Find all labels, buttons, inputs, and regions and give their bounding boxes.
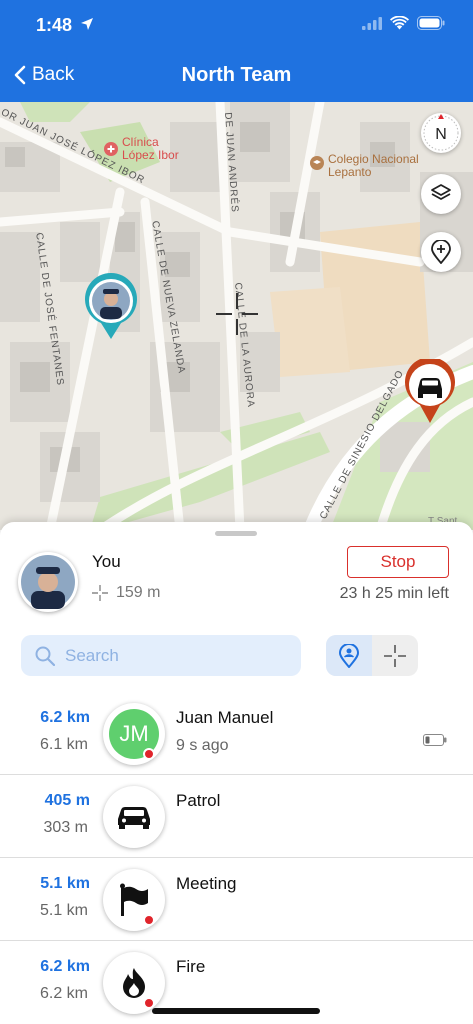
bottom-sheet: You 159 m Stop 23 h 25 min left 6.2 km 6… xyxy=(0,522,473,1024)
battery-icon xyxy=(417,16,445,30)
my-distance: 159 m xyxy=(92,584,160,602)
poi-label-clinic: Clínica López Ibor xyxy=(122,135,179,162)
status-bar: 1:48 xyxy=(0,0,473,50)
status-time: 1:48 xyxy=(36,15,73,35)
alert-dot xyxy=(143,914,155,926)
battery-low-icon xyxy=(423,734,447,746)
hospital-icon xyxy=(104,142,118,156)
member-list: 6.2 km 6.1 km JM Juan Manuel 9 s ago 405… xyxy=(0,692,473,1024)
user-photo xyxy=(21,555,75,609)
crosshair-icon xyxy=(92,585,108,601)
add-place-button[interactable] xyxy=(421,232,461,272)
user-marker[interactable] xyxy=(83,273,139,344)
my-distance-value: 159 m xyxy=(116,584,161,601)
home-indicator[interactable] xyxy=(152,1008,320,1014)
avatar xyxy=(103,786,165,848)
avatar xyxy=(103,869,165,931)
member-name: Fire xyxy=(176,957,206,976)
school-icon xyxy=(310,156,324,170)
distance-secondary: 6.1 km xyxy=(39,736,88,753)
car-marker-icon xyxy=(405,357,455,423)
map-view[interactable]: OR JUAN JOSÉ LÓPEZ IBOR CALLE DE JOSÉ FE… xyxy=(0,102,473,530)
distance-secondary: 5.1 km xyxy=(39,902,88,919)
compass-label: N xyxy=(435,126,447,143)
compass-icon: N xyxy=(423,114,459,151)
signal-icon xyxy=(362,16,382,30)
teal-pin-icon xyxy=(85,273,137,339)
poi-label-school: Colegio Nacional Lepanto xyxy=(328,152,419,179)
fire-icon xyxy=(123,968,145,998)
layers-button[interactable] xyxy=(421,174,461,214)
member-name: Meeting xyxy=(176,874,237,893)
compass-button[interactable]: N xyxy=(421,113,461,153)
crosshair-icon xyxy=(216,293,258,335)
list-item[interactable]: 5.1 km 5.1 km Meeting xyxy=(0,858,473,941)
member-subtitle: 9 s ago xyxy=(176,737,229,754)
search-bar[interactable] xyxy=(21,635,301,676)
member-name: Patrol xyxy=(176,791,221,810)
distance-primary: 405 m xyxy=(44,792,90,809)
search-input[interactable] xyxy=(65,645,285,666)
flag-icon xyxy=(120,883,148,916)
avatar xyxy=(18,552,78,612)
my-name: You xyxy=(92,552,121,571)
time-left: 23 h 25 min left xyxy=(339,585,449,602)
status-icons xyxy=(362,16,445,30)
sheet-grabber[interactable] xyxy=(215,531,257,536)
distance-primary: 6.2 km xyxy=(40,709,90,726)
person-pin-icon xyxy=(339,643,359,668)
stop-button[interactable]: Stop xyxy=(347,546,449,578)
distance-primary: 5.1 km xyxy=(40,875,90,892)
list-item[interactable]: 405 m 303 m Patrol xyxy=(0,775,473,858)
avatar xyxy=(103,952,165,1014)
avatar: JM xyxy=(103,703,165,765)
app-header: 1:48 Back North Team xyxy=(0,0,473,102)
page-title: North Team xyxy=(181,64,292,86)
layers-icon xyxy=(431,184,451,200)
location-arrow-icon xyxy=(81,18,93,30)
add-place-icon xyxy=(431,240,451,264)
distance-secondary: 303 m xyxy=(43,819,88,836)
crosshair-icon xyxy=(384,644,406,667)
distance-primary: 6.2 km xyxy=(40,958,90,975)
nav-bar: Back North Team xyxy=(0,50,473,102)
list-item[interactable]: 6.2 km 6.1 km JM Juan Manuel 9 s ago xyxy=(0,692,473,775)
view-toggle xyxy=(326,635,418,676)
distance-secondary: 6.2 km xyxy=(39,985,88,1002)
search-icon xyxy=(35,646,55,666)
wifi-icon xyxy=(390,16,409,30)
car-icon xyxy=(118,807,150,829)
member-name: Juan Manuel xyxy=(176,708,274,727)
person-filter-button[interactable] xyxy=(326,635,372,676)
location-filter-button[interactable] xyxy=(372,635,418,676)
alert-dot xyxy=(143,748,155,760)
patrol-marker[interactable] xyxy=(404,357,456,428)
